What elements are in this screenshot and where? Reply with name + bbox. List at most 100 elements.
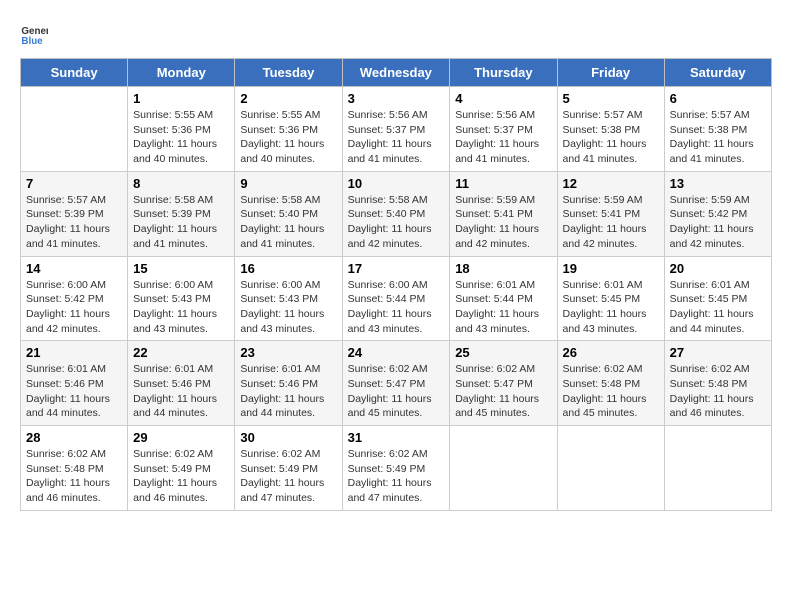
day-number: 9: [240, 176, 336, 191]
calendar-week-4: 21 Sunrise: 6:01 AMSunset: 5:46 PMDayligh…: [21, 341, 772, 426]
calendar-cell: 1 Sunrise: 5:55 AMSunset: 5:36 PMDaylight…: [128, 87, 235, 172]
calendar-cell: 5 Sunrise: 5:57 AMSunset: 5:38 PMDaylight…: [557, 87, 664, 172]
day-number: 10: [348, 176, 445, 191]
day-number: 6: [670, 91, 766, 106]
day-info: Sunrise: 6:01 AMSunset: 5:46 PMDaylight:…: [240, 362, 336, 421]
day-info: Sunrise: 6:00 AMSunset: 5:43 PMDaylight:…: [133, 278, 229, 337]
day-info: Sunrise: 6:02 AMSunset: 5:48 PMDaylight:…: [670, 362, 766, 421]
calendar-cell: 30Sunrise: 6:02 AMSunset: 5:49 PMDayligh…: [235, 426, 342, 511]
day-number: 19: [563, 261, 659, 276]
header-day-thursday: Thursday: [450, 59, 557, 87]
day-number: 23: [240, 345, 336, 360]
day-info: Sunrise: 6:01 AMSunset: 5:46 PMDaylight:…: [133, 362, 229, 421]
calendar-cell: [557, 426, 664, 511]
svg-text:Blue: Blue: [21, 36, 43, 47]
day-info: Sunrise: 5:56 AMSunset: 5:37 PMDaylight:…: [455, 108, 551, 167]
calendar-cell: 10 Sunrise: 5:58 AMSunset: 5:40 PMDayligh…: [342, 171, 450, 256]
day-info: Sunrise: 6:00 AMSunset: 5:44 PMDaylight:…: [348, 278, 445, 337]
calendar-cell: 23 Sunrise: 6:01 AMSunset: 5:46 PMDayligh…: [235, 341, 342, 426]
day-number: 31: [348, 430, 445, 445]
calendar-cell: 15 Sunrise: 6:00 AMSunset: 5:43 PMDayligh…: [128, 256, 235, 341]
day-info: Sunrise: 5:59 AMSunset: 5:42 PMDaylight:…: [670, 193, 766, 252]
calendar-cell: 3 Sunrise: 5:56 AMSunset: 5:37 PMDaylight…: [342, 87, 450, 172]
day-info: Sunrise: 6:00 AMSunset: 5:43 PMDaylight:…: [240, 278, 336, 337]
day-info: Sunrise: 5:59 AMSunset: 5:41 PMDaylight:…: [563, 193, 659, 252]
day-number: 25: [455, 345, 551, 360]
calendar-cell: 29 Sunrise: 6:02 AMSunset: 5:49 PMDayligh…: [128, 426, 235, 511]
day-info: Sunrise: 6:02 AMSunset: 5:47 PMDaylight:…: [455, 362, 551, 421]
day-number: 11: [455, 176, 551, 191]
calendar-cell: [664, 426, 771, 511]
day-info: Sunrise: 6:02 AMSunset: 5:48 PMDaylight:…: [26, 447, 122, 506]
header-day-friday: Friday: [557, 59, 664, 87]
day-info: Sunrise: 6:02 AMSunset: 5:48 PMDaylight:…: [563, 362, 659, 421]
day-number: 27: [670, 345, 766, 360]
calendar-cell: 18 Sunrise: 6:01 AMSunset: 5:44 PMDayligh…: [450, 256, 557, 341]
calendar-cell: 31 Sunrise: 6:02 AMSunset: 5:49 PMDayligh…: [342, 426, 450, 511]
calendar-week-2: 7 Sunrise: 5:57 AMSunset: 5:39 PMDaylight…: [21, 171, 772, 256]
calendar-week-5: 28 Sunrise: 6:02 AMSunset: 5:48 PMDayligh…: [21, 426, 772, 511]
calendar-table: SundayMondayTuesdayWednesdayThursdayFrid…: [20, 58, 772, 511]
day-number: 15: [133, 261, 229, 276]
day-number: 28: [26, 430, 122, 445]
day-info: Sunrise: 5:58 AMSunset: 5:39 PMDaylight:…: [133, 193, 229, 252]
day-number: 29: [133, 430, 229, 445]
day-number: 30: [240, 430, 336, 445]
calendar-cell: 4 Sunrise: 5:56 AMSunset: 5:37 PMDaylight…: [450, 87, 557, 172]
day-number: 17: [348, 261, 445, 276]
calendar-cell: [21, 87, 128, 172]
calendar-cell: 16 Sunrise: 6:00 AMSunset: 5:43 PMDayligh…: [235, 256, 342, 341]
calendar-cell: 28 Sunrise: 6:02 AMSunset: 5:48 PMDayligh…: [21, 426, 128, 511]
calendar-cell: 17 Sunrise: 6:00 AMSunset: 5:44 PMDayligh…: [342, 256, 450, 341]
calendar-cell: 24Sunrise: 6:02 AMSunset: 5:47 PMDayligh…: [342, 341, 450, 426]
day-number: 22: [133, 345, 229, 360]
day-info: Sunrise: 6:01 AMSunset: 5:45 PMDaylight:…: [563, 278, 659, 337]
day-number: 16: [240, 261, 336, 276]
logo: General Blue: [20, 20, 50, 48]
day-number: 7: [26, 176, 122, 191]
day-number: 3: [348, 91, 445, 106]
calendar-cell: 12 Sunrise: 5:59 AMSunset: 5:41 PMDayligh…: [557, 171, 664, 256]
day-number: 8: [133, 176, 229, 191]
day-number: 13: [670, 176, 766, 191]
calendar-cell: 9Sunrise: 5:58 AMSunset: 5:40 PMDaylight…: [235, 171, 342, 256]
calendar-cell: 13 Sunrise: 5:59 AMSunset: 5:42 PMDayligh…: [664, 171, 771, 256]
calendar-cell: 26Sunrise: 6:02 AMSunset: 5:48 PMDayligh…: [557, 341, 664, 426]
day-info: Sunrise: 6:02 AMSunset: 5:49 PMDaylight:…: [348, 447, 445, 506]
calendar-cell: 8 Sunrise: 5:58 AMSunset: 5:39 PMDaylight…: [128, 171, 235, 256]
day-info: Sunrise: 5:57 AMSunset: 5:38 PMDaylight:…: [563, 108, 659, 167]
calendar-cell: 7 Sunrise: 5:57 AMSunset: 5:39 PMDaylight…: [21, 171, 128, 256]
calendar-header-row: SundayMondayTuesdayWednesdayThursdayFrid…: [21, 59, 772, 87]
header-day-tuesday: Tuesday: [235, 59, 342, 87]
header-day-sunday: Sunday: [21, 59, 128, 87]
day-info: Sunrise: 5:57 AMSunset: 5:39 PMDaylight:…: [26, 193, 122, 252]
calendar-cell: 21Sunrise: 6:01 AMSunset: 5:46 PMDayligh…: [21, 341, 128, 426]
day-number: 1: [133, 91, 229, 106]
day-number: 20: [670, 261, 766, 276]
calendar-cell: 11 Sunrise: 5:59 AMSunset: 5:41 PMDayligh…: [450, 171, 557, 256]
calendar-week-3: 14Sunrise: 6:00 AMSunset: 5:42 PMDayligh…: [21, 256, 772, 341]
calendar-cell: 22 Sunrise: 6:01 AMSunset: 5:46 PMDayligh…: [128, 341, 235, 426]
day-info: Sunrise: 6:01 AMSunset: 5:44 PMDaylight:…: [455, 278, 551, 337]
calendar-cell: 19 Sunrise: 6:01 AMSunset: 5:45 PMDayligh…: [557, 256, 664, 341]
day-number: 4: [455, 91, 551, 106]
calendar-cell: 20Sunrise: 6:01 AMSunset: 5:45 PMDayligh…: [664, 256, 771, 341]
logo-icon: General Blue: [20, 20, 48, 48]
calendar-cell: [450, 426, 557, 511]
day-number: 21: [26, 345, 122, 360]
day-number: 18: [455, 261, 551, 276]
calendar-week-1: 1 Sunrise: 5:55 AMSunset: 5:36 PMDaylight…: [21, 87, 772, 172]
day-info: Sunrise: 5:56 AMSunset: 5:37 PMDaylight:…: [348, 108, 445, 167]
day-info: Sunrise: 5:59 AMSunset: 5:41 PMDaylight:…: [455, 193, 551, 252]
calendar-cell: 14Sunrise: 6:00 AMSunset: 5:42 PMDayligh…: [21, 256, 128, 341]
day-number: 12: [563, 176, 659, 191]
day-info: Sunrise: 6:02 AMSunset: 5:49 PMDaylight:…: [133, 447, 229, 506]
day-info: Sunrise: 5:58 AMSunset: 5:40 PMDaylight:…: [348, 193, 445, 252]
calendar-body: 1 Sunrise: 5:55 AMSunset: 5:36 PMDaylight…: [21, 87, 772, 511]
day-info: Sunrise: 5:55 AMSunset: 5:36 PMDaylight:…: [133, 108, 229, 167]
calendar-cell: 2Sunrise: 5:55 AMSunset: 5:36 PMDaylight…: [235, 87, 342, 172]
day-number: 5: [563, 91, 659, 106]
calendar-cell: 6Sunrise: 5:57 AMSunset: 5:38 PMDaylight…: [664, 87, 771, 172]
header-day-wednesday: Wednesday: [342, 59, 450, 87]
calendar-cell: 27 Sunrise: 6:02 AMSunset: 5:48 PMDayligh…: [664, 341, 771, 426]
